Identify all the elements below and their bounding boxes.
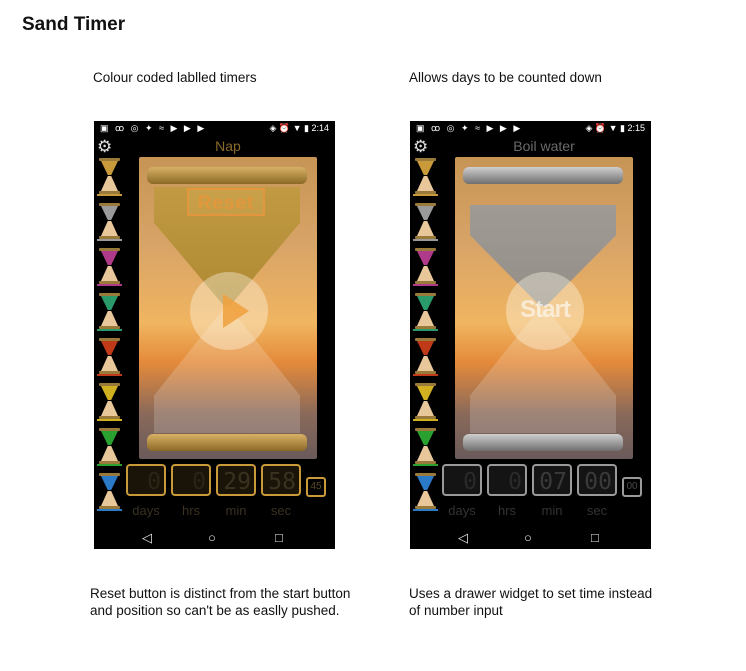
reset-button[interactable]: Reset (187, 188, 265, 216)
caption-top-right: Allows days to be counted down (409, 70, 602, 85)
unit-days: days (448, 503, 476, 518)
drawer-timer-green[interactable] (413, 428, 438, 466)
unit-hrs: hrs (181, 503, 201, 518)
timer-name[interactable]: Nap (139, 138, 317, 154)
phone-screenshot-boil-water: ▣ ꝏ ◎ ✦ ≈ ▶ ▶ ▶ ◈ ⏰ ▼ ▮ 2:15 ⚙ Boil wate… (410, 121, 651, 549)
start-button[interactable]: Start (506, 272, 584, 350)
hundredths-field[interactable]: 00 (622, 477, 642, 497)
drawer-timer-grey[interactable] (97, 203, 122, 241)
start-label: Start (520, 296, 571, 323)
play-button[interactable] (190, 272, 268, 350)
days-field[interactable]: 0 (442, 464, 482, 496)
caption-top-left: Colour coded lablled timers (93, 70, 257, 85)
drawer-timer-gold[interactable] (413, 158, 438, 196)
recents-square-icon[interactable]: □ (275, 530, 283, 545)
drawer-timer-gold[interactable] (97, 158, 122, 196)
nav-bar: ◁ ○ □ (94, 527, 335, 549)
home-circle-icon[interactable]: ○ (208, 530, 216, 545)
drawer-timer-green[interactable] (97, 428, 122, 466)
unit-days: days (132, 503, 160, 518)
home-circle-icon[interactable]: ○ (524, 530, 532, 545)
play-icon (223, 294, 249, 328)
caption-bottom-right-line2: of number input (409, 603, 503, 618)
hourglass-bottom-cap (463, 434, 623, 451)
caption-bottom-left-line1: Reset button is distinct from the start … (90, 586, 351, 601)
back-triangle-icon[interactable]: ◁ (458, 530, 468, 546)
drawer-timer-red[interactable] (97, 338, 122, 376)
status-bar: ▣ ꝏ ◎ ✦ ≈ ▶ ▶ ▶ ◈ ⏰ ▼ ▮ 2:14 (94, 121, 335, 136)
nav-bar: ◁ ○ □ (410, 527, 651, 549)
hourglass-top-cap (147, 167, 307, 184)
timer-drawer[interactable] (413, 158, 438, 520)
caption-bottom-right-line1: Uses a drawer widget to set time instead (409, 586, 653, 601)
page-title: Sand Timer (22, 14, 126, 35)
days-field[interactable]: 0 (126, 464, 166, 496)
drawer-timer-teal[interactable] (413, 293, 438, 331)
unit-sec: sec (270, 503, 292, 518)
drawer-timer-red[interactable] (413, 338, 438, 376)
drawer-timer-grey[interactable] (413, 203, 438, 241)
time-display[interactable]: 0 0 29 58 45 (126, 462, 331, 502)
recents-square-icon[interactable]: □ (591, 530, 599, 545)
hours-field[interactable]: 0 (487, 464, 527, 496)
back-triangle-icon[interactable]: ◁ (142, 530, 152, 546)
unit-sec: sec (586, 503, 608, 518)
hourglass-top-cap (463, 167, 623, 184)
minutes-field[interactable]: 29 (216, 464, 256, 496)
unit-hrs: hrs (497, 503, 517, 518)
drawer-timer-yellow[interactable] (97, 383, 122, 421)
drawer-timer-blue[interactable] (97, 473, 122, 511)
hourglass-bottom-cap (147, 434, 307, 451)
phone-screenshot-nap: ▣ ꝏ ◎ ✦ ≈ ▶ ▶ ▶ ◈ ⏰ ▼ ▮ 2:14 ⚙ Nap Reset… (94, 121, 335, 549)
seconds-field[interactable]: 00 (577, 464, 617, 496)
unit-min: min (541, 503, 563, 518)
gear-icon[interactable]: ⚙ (97, 138, 112, 155)
hours-field[interactable]: 0 (171, 464, 211, 496)
status-icons: ▣ ꝏ ◎ ✦ ≈ ▶ ▶ ▶ (100, 123, 207, 133)
drawer-timer-blue[interactable] (413, 473, 438, 511)
gear-icon[interactable]: ⚙ (413, 138, 428, 155)
status-icons: ▣ ꝏ ◎ ✦ ≈ ▶ ▶ ▶ (416, 123, 523, 133)
hourglass-view[interactable]: Reset (139, 157, 317, 459)
hundredths-field[interactable]: 45 (306, 477, 326, 497)
drawer-timer-magenta[interactable] (413, 248, 438, 286)
seconds-field[interactable]: 58 (261, 464, 301, 496)
time-display[interactable]: 0 0 07 00 00 (442, 462, 647, 502)
minutes-field[interactable]: 07 (532, 464, 572, 496)
hourglass-view[interactable]: Start (455, 157, 633, 459)
status-clock: ◈ ⏰ ▼ ▮ 2:15 (585, 123, 645, 133)
status-clock: ◈ ⏰ ▼ ▮ 2:14 (269, 123, 329, 133)
drawer-timer-magenta[interactable] (97, 248, 122, 286)
caption-bottom-left-line2: and position so can't be as easlly pushe… (90, 603, 340, 618)
status-bar: ▣ ꝏ ◎ ✦ ≈ ▶ ▶ ▶ ◈ ⏰ ▼ ▮ 2:15 (410, 121, 651, 136)
timer-drawer[interactable] (97, 158, 122, 520)
timer-name[interactable]: Boil water (455, 138, 633, 154)
unit-min: min (225, 503, 247, 518)
drawer-timer-yellow[interactable] (413, 383, 438, 421)
drawer-timer-teal[interactable] (97, 293, 122, 331)
